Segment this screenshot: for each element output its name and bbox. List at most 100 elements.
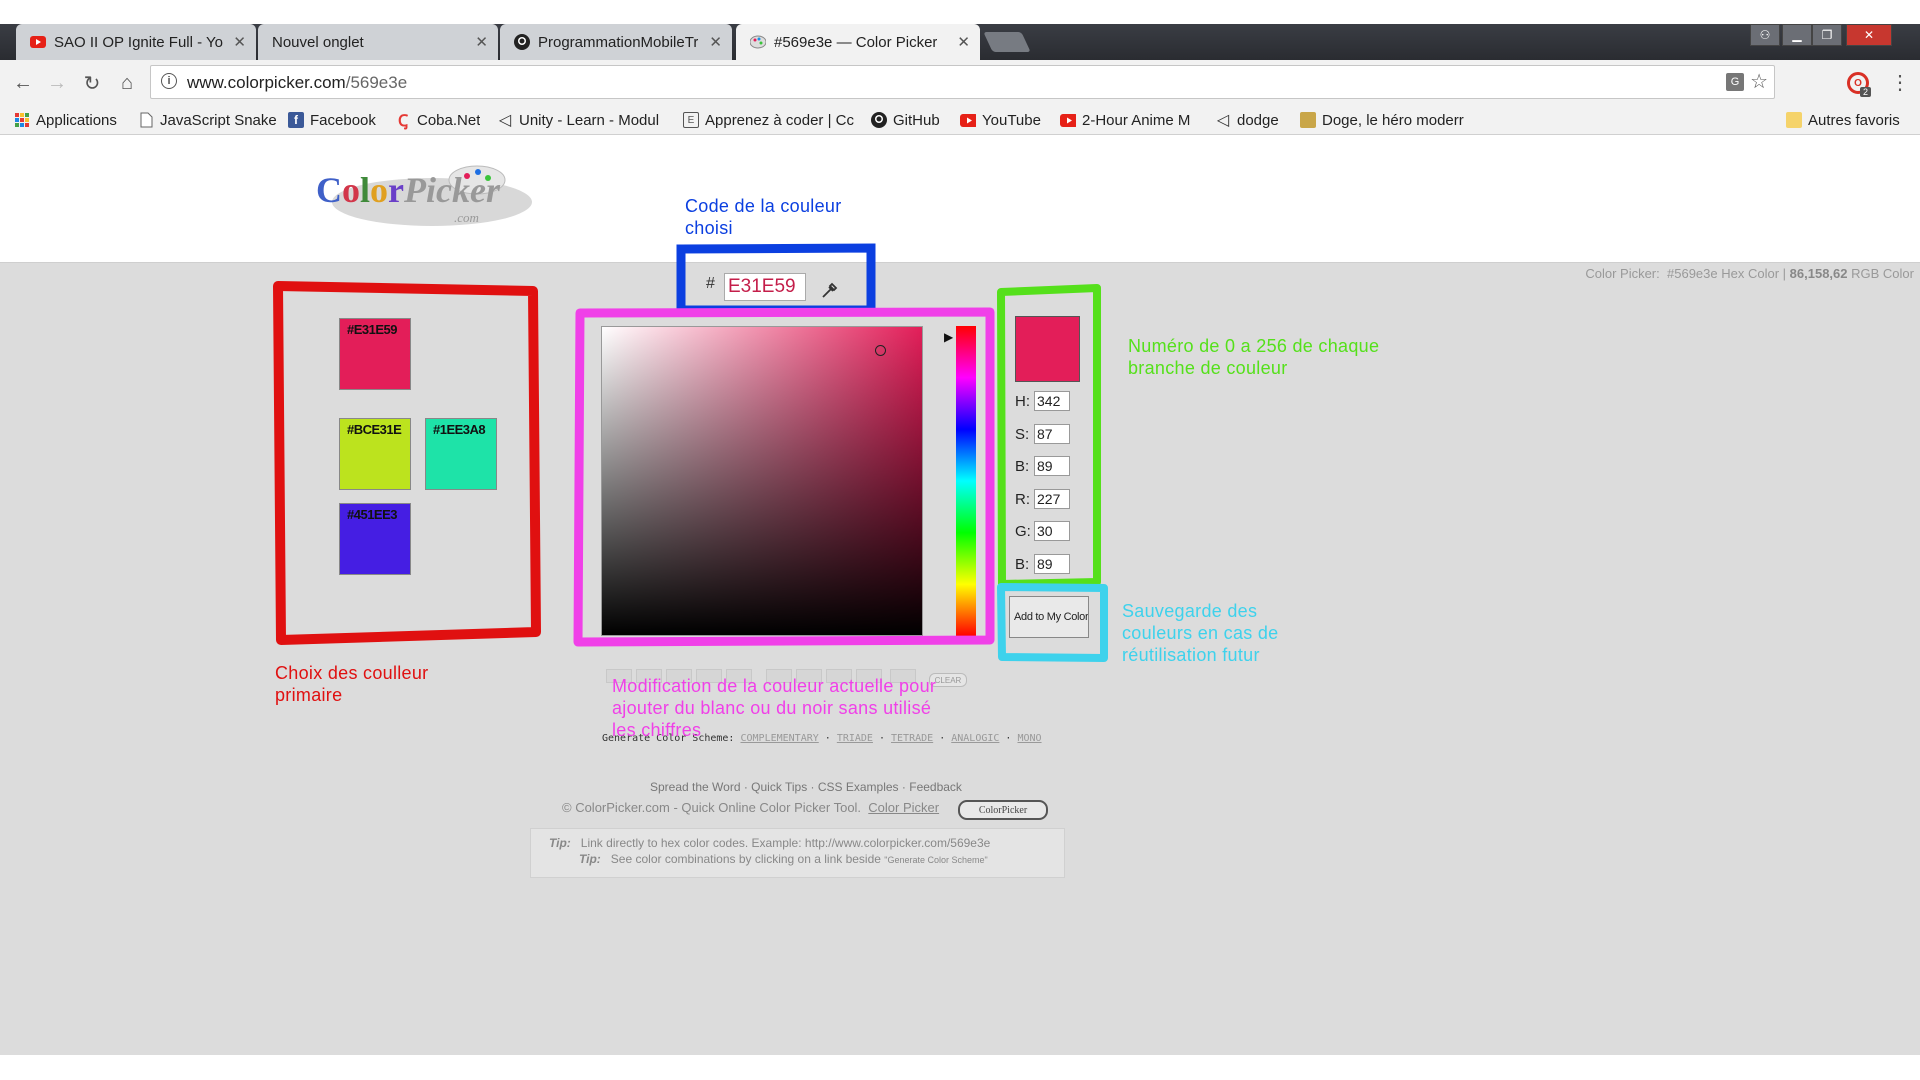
close-tab-icon[interactable]: ✕ [957, 33, 970, 51]
bookmark-anime[interactable]: 2-Hour Anime M [1060, 110, 1200, 130]
bookmark-github[interactable]: GitHub [871, 110, 940, 130]
forward-icon[interactable]: → [44, 70, 70, 96]
feedback-link[interactable]: Feedback [909, 780, 962, 794]
bookmark-other-folder[interactable]: Autres favoris [1786, 110, 1900, 130]
annotation-primary: Choix des coulleur primaire [275, 663, 429, 705]
bookmark-unity[interactable]: ◁ Unity - Learn - Modul [497, 110, 667, 130]
youtube-icon [30, 34, 46, 50]
back-icon[interactable]: ← [10, 70, 36, 96]
saturation-brightness-area[interactable] [601, 326, 923, 636]
eyedropper-icon[interactable] [820, 280, 840, 300]
site-header [0, 135, 1920, 263]
add-to-my-colors-button[interactable]: Add to My Colors [1009, 596, 1089, 638]
close-tab-icon[interactable]: ✕ [709, 33, 722, 51]
swatch-violet[interactable]: #451EE3 [339, 503, 411, 575]
svg-text:.com: .com [454, 210, 479, 225]
swatch-yellow-green[interactable]: #BCE31E [339, 418, 411, 490]
tab-youtube[interactable]: SAO II OP Ignite Full - Yo ✕ [16, 24, 256, 60]
bookmark-doge[interactable]: Doge, le héro moderr [1300, 110, 1470, 130]
page-icon [138, 112, 154, 128]
facebook-icon: f [288, 112, 304, 128]
coba-icon: Ꞔ [397, 113, 409, 130]
field-saturation: S: 87 [1015, 423, 1070, 445]
bookmark-apprenez[interactable]: E Apprenez à coder | Cc [683, 110, 855, 130]
hue-arrow-icon[interactable]: ▶ [944, 330, 953, 344]
red-input[interactable]: 227 [1034, 489, 1070, 509]
tab-title: #569e3e — Color Picker [774, 33, 938, 51]
hash-label: # [706, 275, 715, 292]
colorpicker-logo[interactable]: ColorPicker .com [312, 160, 534, 232]
browser-toolbar: ← → ↻ ⌂ i www.colorpicker.com/569e3e G ☆… [0, 60, 1920, 106]
green-input[interactable]: 30 [1034, 521, 1070, 541]
tab-title: Nouvel onglet [272, 33, 364, 51]
profile-icon[interactable]: ⚇ [1750, 24, 1780, 46]
field-brightness: B: 89 [1015, 455, 1070, 477]
home-icon[interactable]: ⌂ [114, 70, 140, 96]
bookmarks-bar: Applications JavaScript Snake f Facebook… [0, 106, 1920, 135]
bookmark-coba[interactable]: Ꞔ Coba.Net [395, 110, 480, 131]
bookmark-applications[interactable]: Applications [14, 110, 117, 130]
youtube-icon [1060, 112, 1076, 128]
color-cursor[interactable] [875, 345, 886, 356]
bookmark-dodge[interactable]: ◁ dodge [1215, 110, 1279, 130]
github-icon [871, 112, 887, 128]
field-green: G: 30 [1015, 520, 1070, 542]
translate-icon[interactable]: G [1726, 73, 1744, 91]
youtube-icon [960, 112, 976, 128]
footer-links: Spread the Word · Quick Tips · CSS Examp… [650, 780, 962, 794]
swatch-teal[interactable]: #1EE3A8 [425, 418, 497, 490]
bookmark-javascript-snake[interactable]: JavaScript Snake [138, 110, 277, 130]
footer-copyright: © ColorPicker.com - Quick Online Color P… [562, 800, 940, 815]
new-tab-button[interactable] [983, 32, 1031, 52]
bookmark-youtube[interactable]: YouTube [960, 110, 1041, 130]
hue-slider[interactable] [956, 326, 976, 636]
field-red: R: 227 [1015, 488, 1070, 510]
close-tab-icon[interactable]: ✕ [233, 33, 246, 51]
folder-icon [1786, 112, 1802, 128]
hue-input[interactable]: 342 [1034, 391, 1070, 411]
tab-new[interactable]: Nouvel onglet ✕ [258, 24, 498, 60]
annotation-save: Sauvegarde des couleurs en cas de réutil… [1122, 601, 1279, 665]
scheme-analogic-link[interactable]: ANALOGIC [951, 733, 999, 744]
annotation-hex-code: Code de la couleur choisi [685, 196, 842, 238]
colorpicker-badge[interactable]: ColorPicker [958, 800, 1048, 820]
unity-icon: ◁ [1216, 112, 1230, 129]
field-hue: H: 342 [1015, 390, 1070, 412]
css-examples-link[interactable]: CSS Examples [818, 780, 899, 794]
reload-icon[interactable]: ↻ [79, 70, 105, 96]
palette-icon [750, 34, 766, 50]
close-window-button[interactable]: ✕ [1846, 24, 1892, 46]
menu-icon[interactable]: ⋮ [1890, 70, 1910, 95]
address-bar[interactable]: i www.colorpicker.com/569e3e G ☆ [150, 65, 1775, 99]
extension-badge: 2 [1860, 87, 1872, 97]
bookmark-facebook[interactable]: f Facebook [288, 110, 376, 130]
annotation-modify: Modification de la couleur actuelle pour… [612, 676, 937, 740]
tab-colorpicker[interactable]: #569e3e — Color Picker ✕ [736, 24, 980, 60]
url-text[interactable]: www.colorpicker.com/569e3e [187, 73, 407, 93]
minimize-button[interactable]: ▁ [1782, 24, 1812, 46]
bookmark-star-icon[interactable]: ☆ [1750, 69, 1768, 94]
spread-link[interactable]: Spread the Word [650, 780, 741, 794]
current-color-preview [1015, 316, 1080, 382]
tab-github[interactable]: ProgrammationMobileTr ✕ [500, 24, 732, 60]
saturation-input[interactable]: 87 [1034, 424, 1070, 444]
site-info-icon[interactable]: i [161, 73, 177, 89]
openclassrooms-icon: E [683, 112, 699, 128]
apps-grid-icon [14, 112, 30, 128]
github-icon [514, 34, 530, 50]
close-tab-icon[interactable]: ✕ [475, 33, 488, 51]
page-bottom [0, 1055, 1920, 1080]
blue-input[interactable]: 89 [1034, 554, 1070, 574]
doge-icon [1300, 112, 1316, 128]
color-picker-link[interactable]: Color Picker [868, 800, 939, 815]
restore-button[interactable]: ❐ [1812, 24, 1842, 46]
annotation-branches: Numéro de 0 a 256 de chaque branche de c… [1128, 336, 1380, 378]
status-line: Color Picker: #569e3e Hex Color | 86,158… [1585, 266, 1914, 281]
brightness-input[interactable]: 89 [1034, 456, 1070, 476]
tab-title: ProgrammationMobileTr [538, 33, 699, 51]
quick-tips-link[interactable]: Quick Tips [751, 780, 807, 794]
scheme-mono-link[interactable]: MONO [1017, 733, 1041, 744]
unity-icon: ◁ [498, 112, 512, 129]
hex-input[interactable]: E31E59 [724, 273, 806, 301]
swatch-primary[interactable]: #E31E59 [339, 318, 411, 390]
